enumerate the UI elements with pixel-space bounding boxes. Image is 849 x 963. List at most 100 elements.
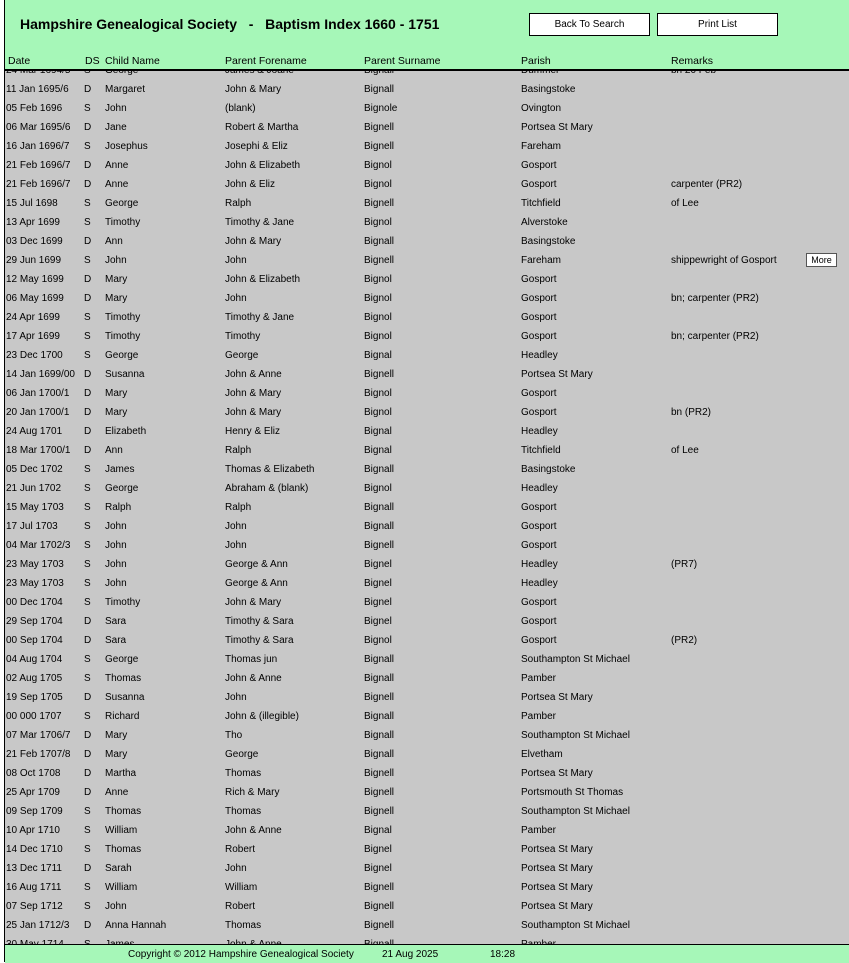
cell-parent-surname: Bignol <box>364 407 392 418</box>
table-row[interactable]: 00 Sep 1704 D Sara Timothy & Sara Bignol Gosp… <box>5 631 849 650</box>
table-row[interactable]: 17 Apr 1699 S Timothy Timothy Bignol Gosport b… <box>5 327 849 346</box>
cell-child-name: Mary <box>105 293 128 304</box>
table-row[interactable]: 24 Mar 1694/5 S George James & Joane Bignall… <box>5 71 849 80</box>
table-row[interactable]: 30 May 1714SJamesJohn & AnneBignallPambe… <box>5 935 849 944</box>
cell-parent-forename: John <box>225 293 247 304</box>
table-row[interactable]: 00 Dec 1704 S Timothy John & Mary Bignel Gosp… <box>5 593 849 612</box>
back-to-search-button[interactable]: Back To Search <box>529 13 650 36</box>
cell-date: 11 Jan 1695/6 <box>6 84 69 95</box>
cell-parish: Gosport <box>521 616 557 627</box>
column-header-parent-forename[interactable]: Parent Forename <box>225 55 307 67</box>
cell-parish: Headley <box>521 350 558 361</box>
column-header-date[interactable]: Date <box>8 55 30 67</box>
cell-parent-surname: Bignell <box>364 122 395 133</box>
cell-parent-surname: Bignol <box>364 274 392 285</box>
table-row[interactable]: 23 May 1703 S John George & Ann Bignel Headle… <box>5 555 849 574</box>
cell-parish: Titchfield <box>521 198 561 209</box>
cell-child-name: Susanna <box>105 369 145 380</box>
table-row[interactable]: 16 Jan 1696/7 S Josephus Josephi & Eliz Bign… <box>5 137 849 156</box>
cell-parent-forename: Thomas <box>225 806 262 817</box>
cell-date: 17 Apr 1699 <box>6 331 60 342</box>
table-row[interactable]: 05 Dec 1702 S James Thomas & Elizabeth Bigna… <box>5 460 849 479</box>
cell-ds: S <box>84 597 91 608</box>
cell-date: 23 Dec 1700 <box>6 350 63 361</box>
table-row[interactable]: 07 Mar 1706/7 D Mary Tho Bignall Southampton … <box>5 726 849 745</box>
table-row[interactable]: 18 Mar 1700/1 D Ann Ralph Bignal Titchfield of… <box>5 441 849 460</box>
cell-child-name: John <box>105 103 127 114</box>
cell-parent-forename: Robert <box>225 901 256 912</box>
table-row[interactable]: 06 Mar 1695/6 D Jane Robert & Martha Bignell… <box>5 118 849 137</box>
table-row[interactable]: 29 Jun 1699 S John John Bignell Fareham shippe… <box>5 251 849 270</box>
cell-date: 06 Jan 1700/1 <box>6 388 70 399</box>
cell-parent-forename: John <box>225 255 247 266</box>
cell-parish: Pamber <box>521 673 557 684</box>
table-row[interactable]: 06 May 1699 D Mary John Bignol Gosport bn; car… <box>5 289 849 308</box>
cell-parish: Gosport <box>521 540 557 551</box>
table-row[interactable]: 23 Dec 1700 S George George Bignal Headley <box>5 346 849 365</box>
table-row[interactable]: 24 Aug 1701 D Elizabeth Henry & Eliz Bignal H… <box>5 422 849 441</box>
table-row[interactable]: 05 Feb 1696 S John (blank) Bignole Ovington <box>5 99 849 118</box>
table-row[interactable]: 23 May 1703 S John George & Ann Bignel Headle… <box>5 574 849 593</box>
table-row[interactable]: 20 Jan 1700/1 D Mary John & Mary Bignol Gospo… <box>5 403 849 422</box>
table-row[interactable]: 29 Sep 1704 D Sara Timothy & Sara Bignel Gosp… <box>5 612 849 631</box>
more-button[interactable]: More <box>806 253 837 267</box>
cell-date: 23 May 1703 <box>6 578 64 589</box>
cell-date: 06 Mar 1695/6 <box>6 122 71 133</box>
table-row[interactable]: 21 Feb 1696/7 D Anne John & Eliz Bignol Gospo… <box>5 175 849 194</box>
cell-child-name: Ann <box>105 445 123 456</box>
results-list[interactable]: 24 Mar 1694/5 S George James & Joane Bignall… <box>5 71 849 944</box>
column-header-parish[interactable]: Parish <box>521 55 551 67</box>
cell-parish: Pamber <box>521 825 557 836</box>
cell-ds: D <box>84 122 92 133</box>
cell-date: 13 Dec 1711 <box>6 863 62 874</box>
table-row[interactable]: 17 Jul 1703 S John John Bignall Gosport <box>5 517 849 536</box>
table-row[interactable]: 21 Feb 1696/7 D Anne John & Elizabeth Bignol… <box>5 156 849 175</box>
cell-ds: S <box>84 711 91 722</box>
cell-parish: Headley <box>521 483 558 494</box>
cell-child-name: Elizabeth <box>105 426 147 437</box>
table-row[interactable]: 19 Sep 1705 D Susanna John Bignell Portsea St… <box>5 688 849 707</box>
table-row[interactable]: 21 Jun 1702 S George Abraham & (blank) Bigno… <box>5 479 849 498</box>
cell-child-name: Mary <box>105 274 128 285</box>
cell-child-name: George <box>105 350 139 361</box>
cell-date: 21 Jun 1702 <box>6 483 62 494</box>
table-row[interactable]: 14 Jan 1699/00 D Susanna John & Anne Bignell… <box>5 365 849 384</box>
table-row[interactable]: 04 Aug 1704 S George Thomas jun Bignall South… <box>5 650 849 669</box>
table-row[interactable]: 14 Dec 1710 S Thomas Robert Bignel Portsea St… <box>5 840 849 859</box>
column-header-child-name[interactable]: Child Name <box>105 55 160 67</box>
table-row[interactable]: 25 Jan 1712/3 D Anna Hannah Thomas Bignell So… <box>5 916 849 935</box>
cell-date: 19 Sep 1705 <box>6 692 63 703</box>
table-row[interactable]: 04 Mar 1702/3 S John John Bignell Gosport <box>5 536 849 555</box>
table-row[interactable]: 07 Sep 1712 S John Robert Bignell Portsea St … <box>5 897 849 916</box>
table-row[interactable]: 13 Dec 1711 D Sarah John Bignel Portsea St Ma… <box>5 859 849 878</box>
column-header-remarks[interactable]: Remarks <box>671 55 713 67</box>
table-row[interactable]: 16 Aug 1711 S William William Bignell Portsea… <box>5 878 849 897</box>
print-list-button[interactable]: Print List <box>657 13 778 36</box>
cell-ds: D <box>84 635 92 646</box>
table-row[interactable]: 06 Jan 1700/1 D Mary John & Mary Bignol Gospo… <box>5 384 849 403</box>
table-row[interactable]: 11 Jan 1695/6 D Margaret John & Mary Bignall… <box>5 80 849 99</box>
table-row[interactable]: 25 Apr 1709 D Anne Rich & Mary Bignell Portsm… <box>5 783 849 802</box>
cell-child-name: George <box>105 483 139 494</box>
cell-child-name: Timothy <box>105 312 141 323</box>
table-row[interactable]: 09 Sep 1709 S Thomas Thomas Bignell Southampt… <box>5 802 849 821</box>
column-header-ds[interactable]: DS <box>85 55 100 67</box>
table-row[interactable]: 13 Apr 1699 S Timothy Timothy & Jane Bignol A… <box>5 213 849 232</box>
cell-parent-surname: Bignol <box>364 179 392 190</box>
table-row[interactable]: 03 Dec 1699 D Ann John & Mary Bignall Basings… <box>5 232 849 251</box>
cell-child-name: John <box>105 255 127 266</box>
table-row[interactable]: 24 Apr 1699 S Timothy Timothy & Jane Bignol G… <box>5 308 849 327</box>
table-row[interactable]: 12 May 1699 D Mary John & Elizabeth Bignol Go… <box>5 270 849 289</box>
column-header-parent-surname[interactable]: Parent Surname <box>364 55 440 67</box>
table-row[interactable]: 00 000 1707 S Richard John & (illegible) Big… <box>5 707 849 726</box>
cell-parent-forename: George & Ann <box>225 578 288 589</box>
cell-date: 08 Oct 1708 <box>6 768 61 779</box>
table-row[interactable]: 10 Apr 1710 S William John & Anne Bignal Pamb… <box>5 821 849 840</box>
table-row[interactable]: 15 May 1703 S Ralph Ralph Bignall Gosport <box>5 498 849 517</box>
table-row[interactable]: 15 Jul 1698 S George Ralph Bignell Titchfield… <box>5 194 849 213</box>
table-row[interactable]: 08 Oct 1708 D Martha Thomas Bignell Portsea S… <box>5 764 849 783</box>
cell-parish: Gosport <box>521 293 557 304</box>
cell-date: 14 Jan 1699/00 <box>6 369 75 380</box>
table-row[interactable]: 21 Feb 1707/8 D Mary George Bignall Elvetham <box>5 745 849 764</box>
table-row[interactable]: 02 Aug 1705 S Thomas John & Anne Bignall Pamb… <box>5 669 849 688</box>
